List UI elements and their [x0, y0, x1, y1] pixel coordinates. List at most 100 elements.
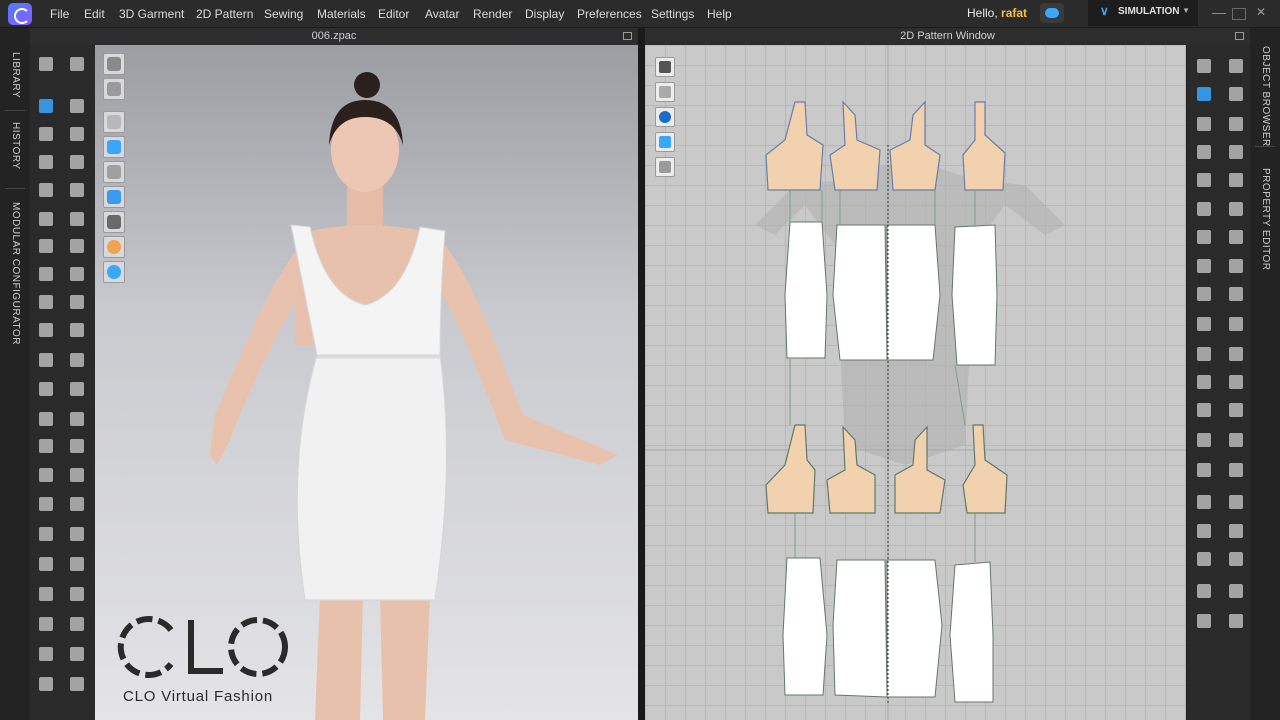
- trace-icon[interactable]: [1227, 171, 1245, 189]
- tab-library[interactable]: LIBRARY: [10, 52, 21, 98]
- environment-icon[interactable]: [103, 261, 125, 283]
- restore-icon[interactable]: [1232, 8, 1246, 20]
- strengthen-icon[interactable]: [37, 555, 55, 573]
- arrangement-point-icon[interactable]: [37, 181, 55, 199]
- zipper-icon[interactable]: [37, 645, 55, 663]
- circle-icon[interactable]: [1195, 493, 1213, 511]
- menu-materials[interactable]: Materials: [317, 7, 366, 21]
- segment-sewing-icon[interactable]: [37, 466, 55, 484]
- grading-icon[interactable]: [1227, 228, 1245, 246]
- dart-icon[interactable]: [1195, 522, 1213, 540]
- edit-pattern-icon[interactable]: [1195, 401, 1213, 419]
- fold-pattern-icon[interactable]: [1227, 200, 1245, 218]
- fold-pattern-icon[interactable]: [1227, 550, 1245, 568]
- fabric-tool-icon[interactable]: [68, 585, 86, 603]
- tab-modular-configurator[interactable]: MODULAR CONFIGURATOR: [10, 202, 21, 345]
- view-camera-icon[interactable]: [103, 53, 125, 75]
- puckering-icon[interactable]: [37, 321, 55, 339]
- menu-file[interactable]: File: [50, 7, 69, 21]
- button-icon[interactable]: [37, 615, 55, 633]
- pattern-view-icon[interactable]: [655, 57, 675, 77]
- topstitch-icon[interactable]: [68, 645, 86, 663]
- text-icon[interactable]: [1227, 612, 1245, 630]
- edit-curve-icon[interactable]: [1195, 431, 1213, 449]
- trace-icon[interactable]: [1227, 522, 1245, 540]
- strengthen-icon[interactable]: [37, 210, 55, 228]
- show-2d-avatar-icon[interactable]: [655, 82, 675, 102]
- seam-allowance-icon[interactable]: [1195, 582, 1213, 600]
- shrinkage-icon[interactable]: [68, 555, 86, 573]
- cloud-icon[interactable]: [1040, 3, 1064, 23]
- arrangement-point-icon[interactable]: [37, 525, 55, 543]
- transform-pattern-icon[interactable]: [1227, 57, 1245, 75]
- tab-object-browser[interactable]: OBJECT BROWSER: [1260, 46, 1271, 147]
- graphic-icon[interactable]: [37, 351, 55, 369]
- show-avatar-icon[interactable]: [103, 161, 125, 183]
- avatar-measure-icon[interactable]: [37, 237, 55, 255]
- pin-icon[interactable]: [37, 153, 55, 171]
- app-logo-icon[interactable]: [8, 3, 32, 25]
- fabric-texture-icon[interactable]: [655, 132, 675, 152]
- menu-render[interactable]: Render: [473, 7, 512, 21]
- menu-preferences[interactable]: Preferences: [577, 7, 642, 21]
- maximize-icon[interactable]: [1235, 32, 1244, 40]
- texture-edit-icon[interactable]: [1227, 345, 1245, 363]
- dart-icon[interactable]: [1195, 171, 1213, 189]
- edit-sewing-icon[interactable]: [68, 97, 86, 115]
- seam-allowance-icon[interactable]: [1195, 228, 1213, 246]
- fabric-icon[interactable]: [103, 186, 125, 208]
- topstitch-icon[interactable]: [68, 293, 86, 311]
- tab-history[interactable]: HISTORY: [10, 122, 21, 170]
- free-sewing-icon[interactable]: [68, 125, 86, 143]
- menu-help[interactable]: Help: [707, 7, 732, 21]
- add-point-icon[interactable]: [1227, 85, 1245, 103]
- fabric-tool-icon[interactable]: [68, 237, 86, 255]
- transform-pattern-icon[interactable]: [1227, 401, 1245, 419]
- free-sewing-icon[interactable]: [68, 466, 86, 484]
- segment-sewing-icon[interactable]: [37, 125, 55, 143]
- menu-settings[interactable]: Settings: [651, 7, 694, 21]
- edit-pattern-icon[interactable]: [1195, 57, 1213, 75]
- buttonhole-icon[interactable]: [68, 265, 86, 283]
- unlock-icon[interactable]: [1227, 373, 1245, 391]
- trim-icon[interactable]: [68, 351, 86, 369]
- menu-2d-pattern[interactable]: 2D Pattern: [196, 7, 253, 21]
- transform-pattern-icon[interactable]: [37, 437, 55, 455]
- slash-spread-icon[interactable]: [1195, 200, 1213, 218]
- username[interactable]: rafat: [1001, 6, 1027, 20]
- texture-icon[interactable]: [103, 136, 125, 158]
- segment-icon[interactable]: [1195, 315, 1213, 333]
- piping-icon[interactable]: [68, 675, 86, 693]
- rectangle-icon[interactable]: [1227, 461, 1245, 479]
- text-icon[interactable]: [1227, 257, 1245, 275]
- rectangle-icon[interactable]: [1227, 115, 1245, 133]
- select-move-icon[interactable]: [37, 410, 55, 428]
- edit-sewing-icon[interactable]: [68, 437, 86, 455]
- slash-spread-icon[interactable]: [1195, 550, 1213, 568]
- tack-icon[interactable]: [68, 495, 86, 513]
- transform-pattern-icon[interactable]: [37, 97, 55, 115]
- menu-editor[interactable]: Editor: [378, 7, 409, 21]
- line-measure-icon[interactable]: [68, 380, 86, 398]
- shaded-icon[interactable]: [103, 211, 125, 233]
- window-splitter[interactable]: [638, 28, 645, 720]
- internal-polygon-icon[interactable]: [1227, 493, 1245, 511]
- buttonhole-icon[interactable]: [68, 615, 86, 633]
- annotation-icon[interactable]: [1195, 612, 1213, 630]
- select-move-icon[interactable]: [37, 55, 55, 73]
- info-icon[interactable]: [655, 107, 675, 127]
- menu-3d-garment[interactable]: 3D Garment: [119, 7, 184, 21]
- piping-icon[interactable]: [68, 321, 86, 339]
- lock-icon[interactable]: [1195, 373, 1213, 391]
- button-icon[interactable]: [37, 265, 55, 283]
- menu-avatar[interactable]: Avatar: [425, 7, 459, 21]
- polygon-icon[interactable]: [1195, 461, 1213, 479]
- tack-icon[interactable]: [68, 153, 86, 171]
- show-garment-icon[interactable]: [103, 111, 125, 133]
- maximize-icon[interactable]: [623, 32, 632, 40]
- fold-arrangement-icon[interactable]: [68, 55, 86, 73]
- avatar-skin-icon[interactable]: [103, 236, 125, 258]
- avatar-measure-icon[interactable]: [37, 585, 55, 603]
- texture-transform-icon[interactable]: [37, 380, 55, 398]
- shrinkage-icon[interactable]: [68, 210, 86, 228]
